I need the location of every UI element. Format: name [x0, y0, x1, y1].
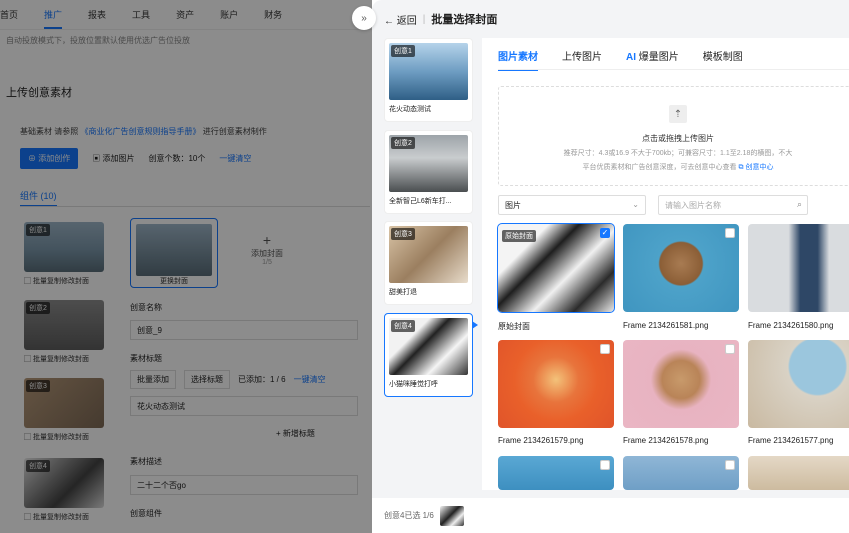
grid-image-7[interactable] [498, 456, 614, 490]
creative-card-1-caption: 花火动态测试 [389, 106, 431, 113]
search-placeholder: 请输入图片名称 [665, 201, 721, 210]
back-button[interactable]: ← 返回 [384, 12, 417, 27]
checkbox-icon[interactable] [600, 344, 610, 354]
creative-card-3-tag: 创意3 [391, 228, 415, 240]
tabs-divider [498, 69, 849, 70]
grid-caption-6: Frame 2134261577.png [748, 436, 834, 445]
drawer-header: ← 返回 | 批量选择封面 [372, 0, 849, 38]
tab-ai-hot-image-label: 爆量图片 [638, 52, 679, 63]
creative-card-4[interactable]: 创意4 小猫咪睡觉打呼 [384, 313, 473, 397]
grid-caption-2: Frame 2134261581.png [623, 321, 709, 330]
creative-card-2-tag: 创意2 [391, 137, 415, 149]
ai-badge: AI [626, 52, 636, 63]
creative-card-3-caption: 甜美打退 [389, 289, 417, 296]
upload-requirements: 推荐尺寸：4.3或16.9 不大于700kb；可兼容尺寸：1.1至2.18的横图… [563, 150, 793, 157]
checkbox-icon[interactable] [600, 460, 610, 470]
grid-caption-4: Frame 2134261579.png [498, 436, 584, 445]
header-separator: | [422, 13, 426, 25]
drawer-footer: 创意4已选 1/6 [372, 498, 849, 533]
creative-card-3[interactable]: 创意3 甜美打退 [384, 221, 473, 305]
type-select-value: 图片 [505, 201, 521, 210]
grid-image-4[interactable] [498, 340, 614, 428]
chevron-down-icon: ⌄ [632, 200, 639, 209]
checkbox-icon[interactable] [725, 344, 735, 354]
upload-hint: 平台优质素材和广告创意深度，可去创意中心查看 ⧉ 创意中心 [499, 162, 849, 172]
tab-image-material[interactable]: 图片素材 [498, 48, 538, 71]
grid-caption-3: Frame 2134261580.png [748, 321, 834, 330]
upload-icon: ⇡ [669, 105, 687, 123]
search-icon: ⌕ [796, 199, 802, 209]
grid-image-1[interactable]: 原始封面 ✓ [497, 223, 615, 313]
back-arrow-icon: ← [384, 15, 394, 27]
upload-dropzone[interactable]: ⇡ 点击或拖拽上传图片 推荐尺寸：4.3或16.9 不大于700kb；可兼容尺寸… [498, 86, 849, 186]
creative-card-2[interactable]: 创意2 全新智己L6新车打... [384, 130, 473, 214]
checkbox-icon[interactable] [725, 228, 735, 238]
creative-card-2-caption: 全新智己L6新车打... [389, 198, 452, 205]
drawer-title: 批量选择封面 [431, 14, 498, 26]
upload-title: 点击或拖拽上传图片 [642, 134, 714, 143]
grid-image-3[interactable] [748, 224, 849, 312]
grid-image-6[interactable] [748, 340, 849, 428]
grid-image-8[interactable] [623, 456, 739, 490]
grid-image-9[interactable] [748, 456, 849, 490]
cover-select-drawer: ← 返回 | 批量选择封面 创意1 花火动态测试 创意2 全新智己L6新车打..… [372, 0, 849, 533]
material-area: 图片素材 上传图片 AI 爆量图片 模板制图 ⇡ 点击或拖拽上传图片 推荐尺寸：… [482, 38, 849, 490]
creative-center-link[interactable]: ⧉ 创意中心 [739, 164, 774, 171]
filter-bar: 图片 ⌄ 请输入图片名称 ⌕ [498, 195, 808, 215]
image-search-input[interactable]: 请输入图片名称 ⌕ [658, 195, 808, 215]
selected-thumb[interactable] [439, 505, 464, 526]
tab-upload-image[interactable]: 上传图片 [562, 48, 602, 71]
tab-template[interactable]: 模板制图 [703, 48, 743, 71]
tab-ai-hot-image[interactable]: AI 爆量图片 [626, 48, 679, 71]
material-tabs: 图片素材 上传图片 AI 爆量图片 模板制图 [498, 48, 743, 71]
checkbox-icon[interactable] [725, 460, 735, 470]
modal-overlay[interactable] [0, 0, 372, 533]
creative-card-4-caption: 小猫咪睡觉打呼 [389, 381, 438, 388]
creative-center-label: 创意中心 [745, 164, 774, 171]
original-cover-tag: 原始封面 [502, 230, 536, 242]
selected-count: 创意4已选 1/6 [384, 511, 434, 520]
upload-hint-text: 平台优质素材和广告创意深度，可去创意中心查看 [582, 164, 737, 171]
grid-caption-1: 原始封面 [498, 322, 530, 331]
creative-card-4-tag: 创意4 [391, 320, 415, 332]
creative-card-1[interactable]: 创意1 花火动态测试 [384, 38, 473, 122]
grid-caption-5: Frame 2134261578.png [623, 436, 709, 445]
type-select[interactable]: 图片 ⌄ [498, 195, 646, 215]
grid-image-2[interactable] [623, 224, 739, 312]
grid-image-5[interactable] [623, 340, 739, 428]
back-label: 返回 [396, 15, 417, 27]
collapse-toggle-icon[interactable]: » [352, 6, 376, 30]
creative-card-1-tag: 创意1 [391, 45, 415, 57]
active-card-pointer-icon [472, 321, 478, 329]
checkbox-checked-icon[interactable]: ✓ [600, 228, 610, 238]
